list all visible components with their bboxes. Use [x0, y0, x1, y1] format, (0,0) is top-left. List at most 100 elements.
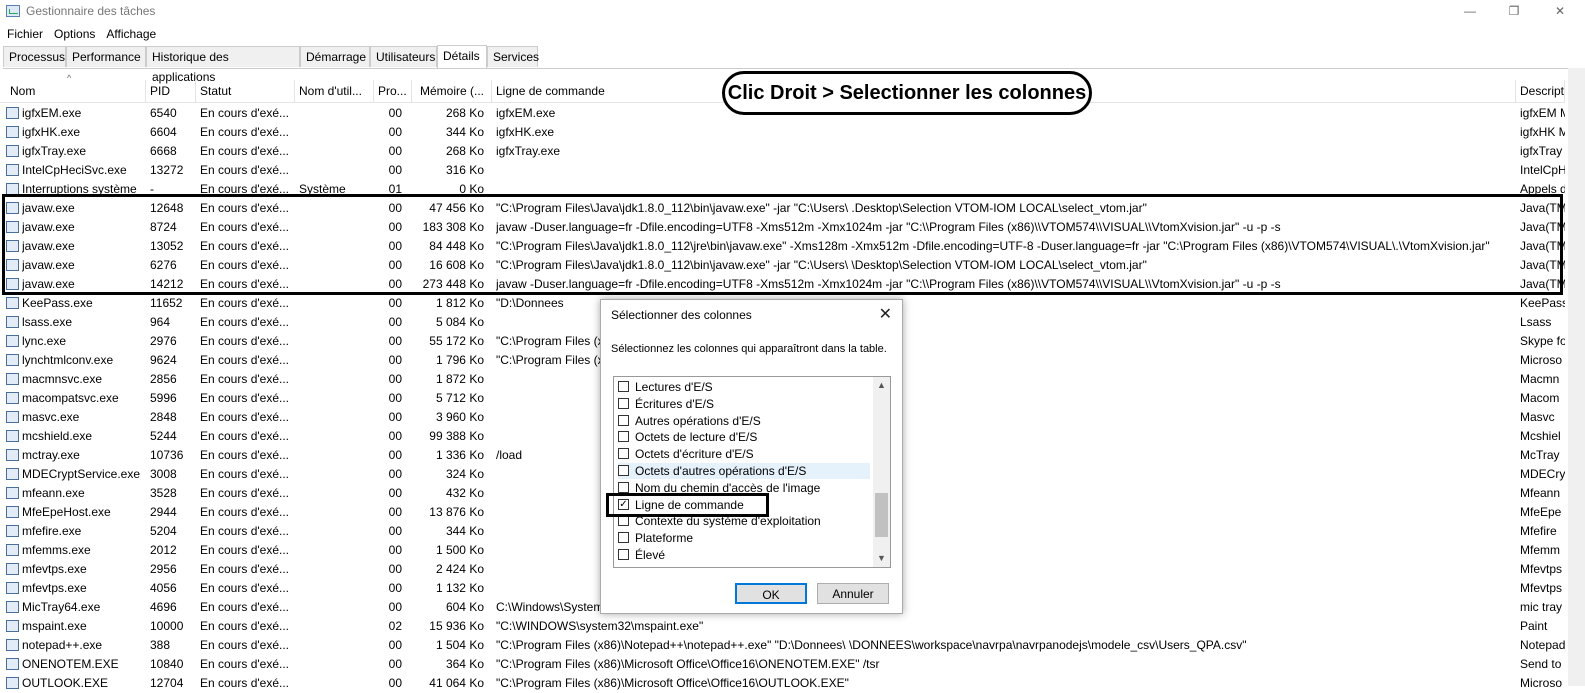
cell-user	[299, 351, 373, 370]
cell-command	[496, 161, 1512, 180]
tab-historique[interactable]: Historique des applications	[146, 46, 300, 84]
checkbox[interactable]	[618, 515, 629, 527]
menu-options[interactable]: Options	[50, 24, 99, 44]
column-option[interactable]: Octets d'écriture d'E/S	[618, 446, 870, 462]
cell-pid: 2012	[150, 543, 177, 557]
scroll-thumb[interactable]	[875, 493, 888, 537]
process-icon	[6, 563, 19, 575]
column-header-statut[interactable]: Statut	[196, 80, 295, 102]
checkbox[interactable]	[618, 532, 629, 544]
cell-name: MDECryptService.exe	[22, 467, 141, 481]
ok-button[interactable]: OK	[735, 583, 807, 604]
process-icon	[6, 392, 19, 404]
cell-command: "C:\WINDOWS\system32\mspaint.exe"	[496, 619, 704, 633]
menu-fichier[interactable]: Fichier	[3, 24, 47, 44]
column-option[interactable]: Plateforme	[618, 530, 870, 546]
cell-command: "C:\Program Files\Java\jdk1.8.0_112\bin\…	[496, 258, 1147, 272]
column-option-label: Écritures d'E/S	[635, 396, 714, 411]
menu-affichage[interactable]: Affichage	[102, 24, 160, 44]
checkbox[interactable]: ✓	[618, 498, 629, 510]
table-row[interactable]: javaw.exe 13052 En cours d'exé... 00 84 448 …	[0, 237, 1565, 256]
checkbox[interactable]	[618, 431, 629, 443]
cell-memory: 364 Ko	[445, 657, 484, 671]
cell-pid: 9624	[150, 353, 177, 367]
tab-utilisateurs[interactable]: Utilisateurs	[370, 46, 437, 67]
cell-memory: 1 336 Ko	[435, 448, 484, 462]
cell-name: OUTLOOK.EXE	[22, 676, 109, 690]
cancel-button[interactable]: Annuler	[817, 583, 889, 604]
cell-user	[299, 541, 373, 560]
table-row[interactable]: javaw.exe 12648 En cours d'exé... 00 47 456 …	[0, 199, 1565, 218]
process-icon	[6, 240, 19, 252]
cell-description: Mfemm	[1520, 543, 1560, 557]
column-option[interactable]: Lectures d'E/S	[618, 379, 870, 395]
cell-memory: 0 Ko	[459, 182, 484, 196]
vertical-scrollbar[interactable]	[1568, 68, 1585, 686]
cell-pid: 2848	[150, 410, 177, 424]
checkbox[interactable]	[618, 381, 629, 392]
column-option[interactable]: Nom du chemin d'accès de l'image	[618, 480, 870, 496]
table-row[interactable]: IntelCpHeciSvc.exe 13272 En cours d'exé...…	[0, 161, 1565, 180]
table-row[interactable]: notepad++.exe 388 En cours d'exé... 00 1 504…	[0, 636, 1565, 655]
process-icon	[6, 601, 19, 613]
table-row[interactable]: Interruptions système - En cours d'exé... S…	[0, 180, 1565, 199]
column-option[interactable]: Autres opérations d'E/S	[618, 413, 870, 429]
table-row[interactable]: javaw.exe 6276 En cours d'exé... 00 16 608 K…	[0, 256, 1565, 275]
cell-name: MfeEpeHost.exe	[22, 505, 111, 519]
cell-name: ONENOTEM.EXE	[22, 657, 119, 671]
table-row[interactable]: OUTLOOK.EXE 12704 En cours d'exé... 00 41 06…	[0, 674, 1565, 693]
tab-demarrage[interactable]: Démarrage	[300, 46, 370, 67]
table-row[interactable]: mspaint.exe 10000 En cours d'exé... 02 15 93…	[0, 617, 1565, 636]
scroll-down-icon[interactable]: ▼	[873, 550, 890, 567]
checkbox[interactable]	[618, 448, 629, 460]
cell-pid: -	[150, 182, 154, 196]
cell-name: lsass.exe	[22, 315, 73, 329]
column-option[interactable]: Élevé	[618, 547, 870, 563]
checkbox[interactable]	[618, 414, 629, 426]
column-option-label: Élevé	[635, 548, 666, 562]
checkbox[interactable]	[618, 465, 629, 476]
column-option[interactable]: Contexte du système d'exploitation	[618, 513, 870, 529]
maximize-icon[interactable]: ❐	[1491, 0, 1537, 24]
cell-description: Java(TM	[1520, 201, 1565, 215]
table-row[interactable]: javaw.exe 14212 En cours d'exé... 00 273 448…	[0, 275, 1565, 294]
cell-description: Java(TM	[1520, 220, 1565, 234]
cell-cpu: 00	[388, 353, 402, 367]
checkbox[interactable]	[618, 481, 629, 493]
tab-details[interactable]: Détails	[437, 45, 487, 68]
table-row[interactable]: javaw.exe 8724 En cours d'exé... 00 183 308 …	[0, 218, 1565, 237]
process-icon	[6, 544, 19, 556]
table-row[interactable]: igfxTray.exe 6668 En cours d'exé... 00 268 K…	[0, 142, 1565, 161]
tab-services[interactable]: Services	[487, 46, 539, 67]
listbox-scrollbar[interactable]: ▲ ▼	[873, 377, 890, 567]
scroll-up-icon[interactable]: ▲	[873, 377, 890, 394]
column-header-nom[interactable]: Nom	[6, 80, 146, 102]
close-icon[interactable]: ✕	[1537, 0, 1583, 24]
tab-processus[interactable]: Processus	[3, 46, 66, 67]
column-header-description[interactable]: Descript	[1516, 80, 1565, 102]
column-option[interactable]: Octets d'autres opérations d'E/S	[618, 463, 870, 479]
cell-cpu: 00	[388, 505, 402, 519]
cell-pid: 2976	[150, 334, 177, 348]
checkbox[interactable]	[618, 549, 629, 560]
column-header-pid[interactable]: PID	[146, 80, 196, 102]
cell-memory: 16 608 Ko	[429, 258, 484, 272]
dialog-close-icon[interactable]: ✕	[879, 304, 892, 324]
minimize-icon[interactable]: —	[1447, 0, 1493, 24]
table-row[interactable]: ONENOTEM.EXE 10840 En cours d'exé... 00 364 …	[0, 655, 1565, 674]
cell-description: Mfevtps	[1520, 581, 1563, 595]
table-row[interactable]: igfxHK.exe 6604 En cours d'exé... 00 344 Ko i…	[0, 123, 1565, 142]
checkbox[interactable]	[618, 397, 629, 409]
column-header-processeur[interactable]: Pro...	[374, 80, 412, 102]
column-option[interactable]: ✓ Ligne de commande	[618, 497, 870, 513]
column-listbox[interactable]: Élevé Plateforme Contexte du système d'exp…	[613, 376, 891, 568]
cell-cpu: 01	[388, 182, 402, 196]
tab-performance[interactable]: Performance	[66, 46, 146, 67]
column-option[interactable]: Octets de lecture d'E/S	[618, 429, 870, 445]
cell-user	[299, 579, 373, 598]
column-option[interactable]: Écritures d'E/S	[618, 396, 870, 412]
column-header-memoire[interactable]: Mémoire (...	[412, 80, 492, 102]
column-header-utilisateur[interactable]: Nom d'util...	[295, 80, 374, 102]
cell-user	[299, 123, 373, 142]
cell-memory: 1 872 Ko	[435, 372, 484, 386]
